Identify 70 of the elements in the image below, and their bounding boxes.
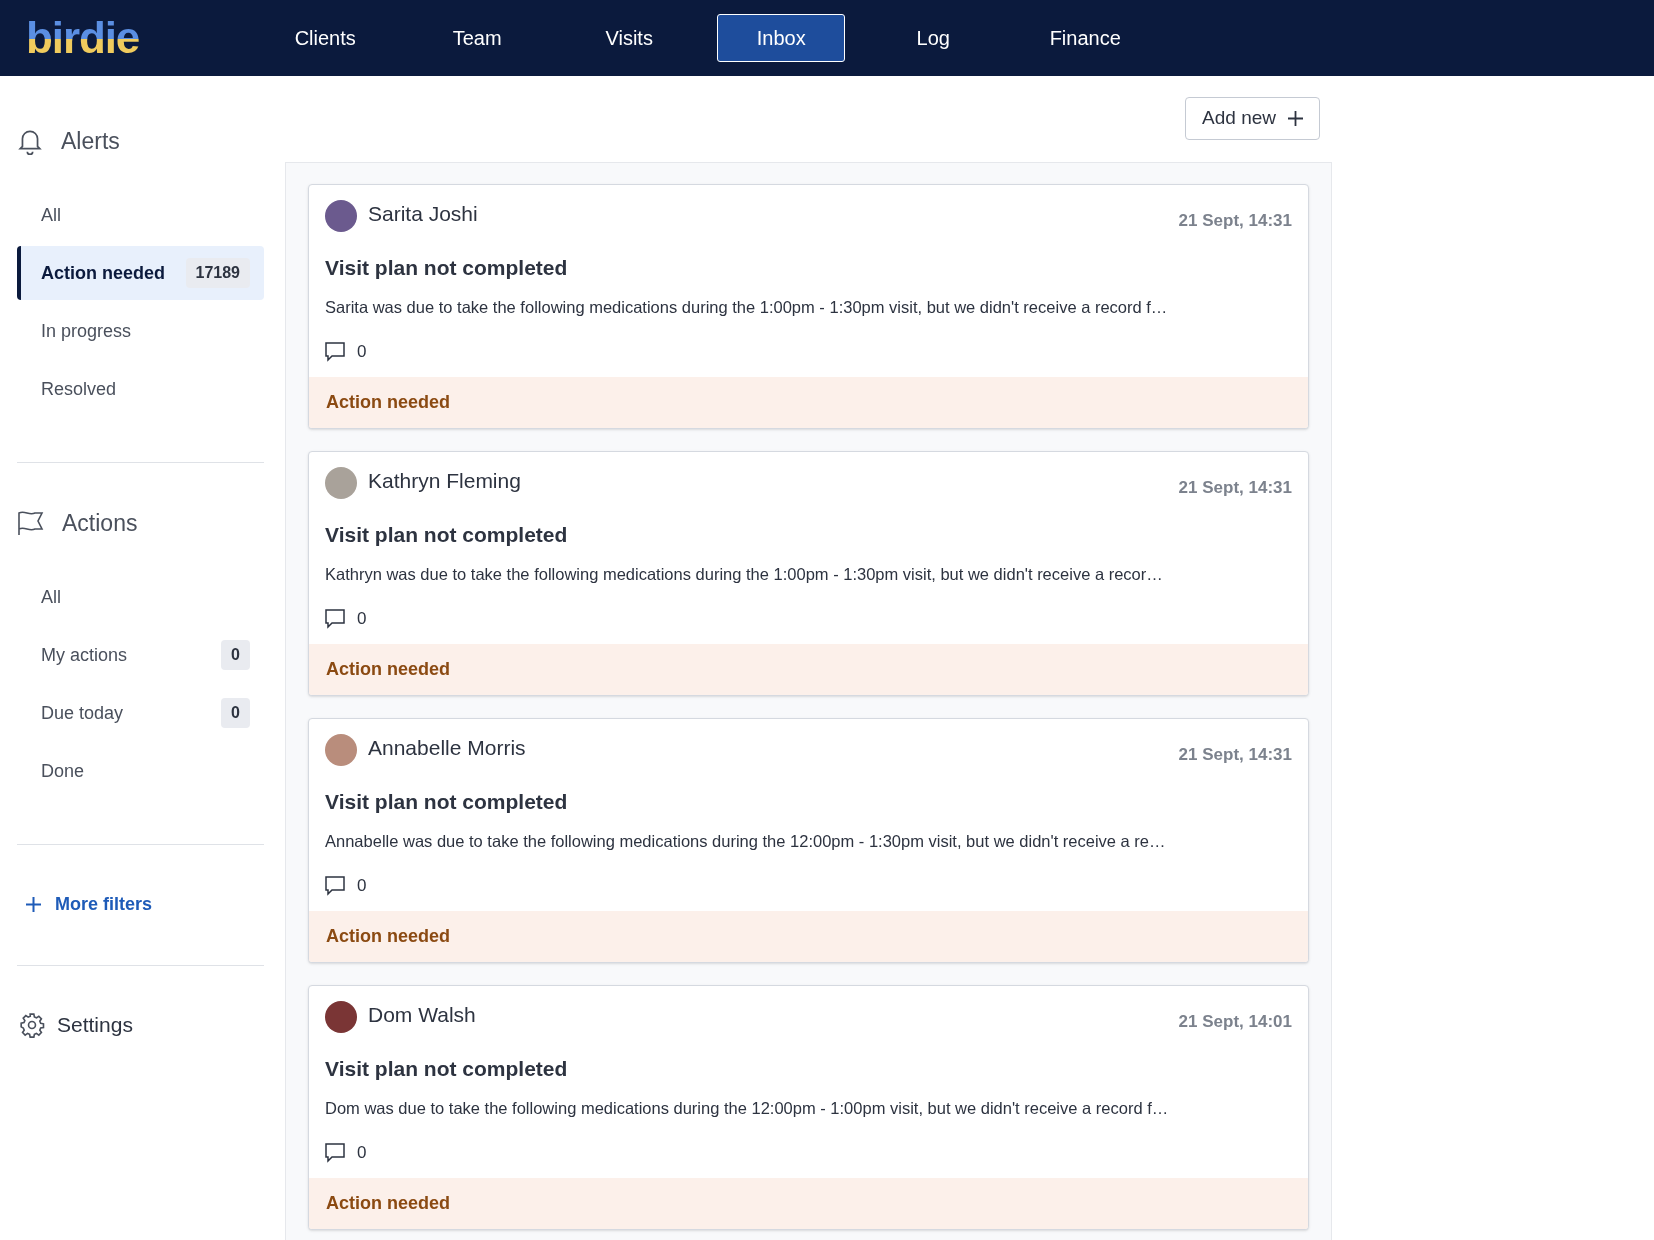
- alert-time: 21 Sept, 14:31: [1178, 210, 1292, 232]
- alert-title: Visit plan not completed: [324, 788, 569, 815]
- status-banner: Action needed: [309, 1178, 1308, 1229]
- plus-icon: [1288, 111, 1303, 126]
- section-heading: Actions: [62, 508, 138, 538]
- client-name: Sarita Joshi: [368, 201, 478, 228]
- alert-title: Visit plan not completed: [324, 521, 569, 548]
- comment-count: 0: [357, 1141, 367, 1164]
- status-banner: Action needed: [309, 911, 1308, 962]
- nav-tab[interactable]: Visits: [565, 14, 694, 62]
- alert-description: Dom was due to take the following medications during the 12:00pm - 1:00pm visit, but we didn't receive a record f…: [324, 1098, 1170, 1119]
- alert-time: 21 Sept, 14:31: [1178, 744, 1292, 766]
- comment-icon: [325, 341, 345, 362]
- filter-item[interactable]: In progress: [17, 304, 264, 358]
- comment-icon: [325, 875, 345, 896]
- filter-item[interactable]: All: [17, 188, 264, 242]
- filter-item[interactable]: Due today 0: [17, 686, 264, 740]
- alert-card[interactable]: Sarita Joshi 21 Sept, 14:31 Visit plan not completed Sarita was due to take the following medications during the 1:00pm - 1:30pm visit, but we didn't receive a record f… 0 Action needed: [308, 184, 1309, 429]
- add-new-button[interactable]: Add new: [1185, 97, 1320, 140]
- alert-description: Annabelle was due to take the following medications during the 12:00pm - 1:30pm visit, but we didn't receive a re…: [324, 831, 1167, 852]
- flag-icon: [17, 510, 44, 536]
- alert-card[interactable]: Annabelle Morris 21 Sept, 14:31 Visit plan not completed Annabelle was due to take the following medications during the 12:00pm - 1:30pm visit, but we didn't receive a re… 0 Action needed: [308, 718, 1309, 963]
- filter-label: Done: [41, 759, 85, 783]
- filter-item[interactable]: Resolved: [17, 362, 264, 416]
- alert-description: Kathryn was due to take the following medications during the 1:00pm - 1:30pm visit, but we didn't receive a recor…: [324, 564, 1164, 585]
- alert-description: Sarita was due to take the following medications during the 1:00pm - 1:30pm visit, but we didn't receive a record f…: [324, 297, 1169, 318]
- count-badge: 0: [221, 640, 250, 670]
- status-banner: Action needed: [309, 377, 1308, 428]
- count-badge: 17189: [185, 258, 250, 288]
- client-name: Dom Walsh: [368, 1002, 476, 1029]
- nav-tab[interactable]: Clients: [261, 14, 390, 62]
- more-filters-link[interactable]: More filters: [26, 891, 264, 918]
- avatar: [325, 200, 357, 232]
- filter-label: All: [41, 585, 61, 609]
- filter-label: All: [41, 203, 61, 227]
- filter-item[interactable]: Action needed 17189: [17, 246, 264, 300]
- comment-count: 0: [357, 607, 367, 630]
- plus-icon: [26, 897, 41, 912]
- nav-tab[interactable]: Team: [413, 14, 542, 62]
- nav-tab[interactable]: Inbox: [717, 14, 846, 62]
- nav-tab[interactable]: Log: [869, 14, 998, 62]
- alert-time: 21 Sept, 14:01: [1178, 1011, 1292, 1033]
- client-name: Kathryn Fleming: [368, 468, 521, 495]
- filter-label: Resolved: [41, 377, 117, 401]
- client-name: Annabelle Morris: [368, 735, 526, 762]
- alert-title: Visit plan not completed: [324, 1055, 569, 1082]
- avatar: [325, 1001, 357, 1033]
- settings-icon: [19, 1011, 45, 1038]
- alert-title: Visit plan not completed: [324, 254, 569, 281]
- filter-label: In progress: [41, 319, 132, 343]
- alert-card[interactable]: Dom Walsh 21 Sept, 14:01 Visit plan not completed Dom was due to take the following medications during the 12:00pm - 1:00pm visit, but we didn't receive a record f… 0 Action needed: [308, 985, 1309, 1230]
- nav-tab[interactable]: Finance: [1021, 14, 1150, 62]
- filter-item[interactable]: All: [17, 570, 264, 624]
- avatar: [325, 734, 357, 766]
- section-heading: Alerts: [61, 126, 120, 156]
- alert-card[interactable]: Kathryn Fleming 21 Sept, 14:31 Visit plan not completed Kathryn was due to take the following medications during the 1:00pm - 1:30pm visit, but we didn't receive a recor… 0 Action needed: [308, 451, 1309, 696]
- filter-label: Action needed: [41, 261, 165, 285]
- settings-link[interactable]: Settings: [19, 1009, 264, 1041]
- filter-label: My actions: [41, 643, 128, 667]
- status-banner: Action needed: [309, 644, 1308, 695]
- filter-label: Due today: [41, 701, 124, 725]
- comment-icon: [325, 1142, 345, 1163]
- alert-time: 21 Sept, 14:31: [1178, 477, 1292, 499]
- comment-icon: [325, 608, 345, 629]
- filter-item[interactable]: Done: [17, 744, 264, 798]
- comment-count: 0: [357, 874, 367, 897]
- count-badge: 0: [221, 698, 250, 728]
- comment-count: 0: [357, 340, 367, 363]
- filter-item[interactable]: My actions 0: [17, 628, 264, 682]
- avatar: [325, 467, 357, 499]
